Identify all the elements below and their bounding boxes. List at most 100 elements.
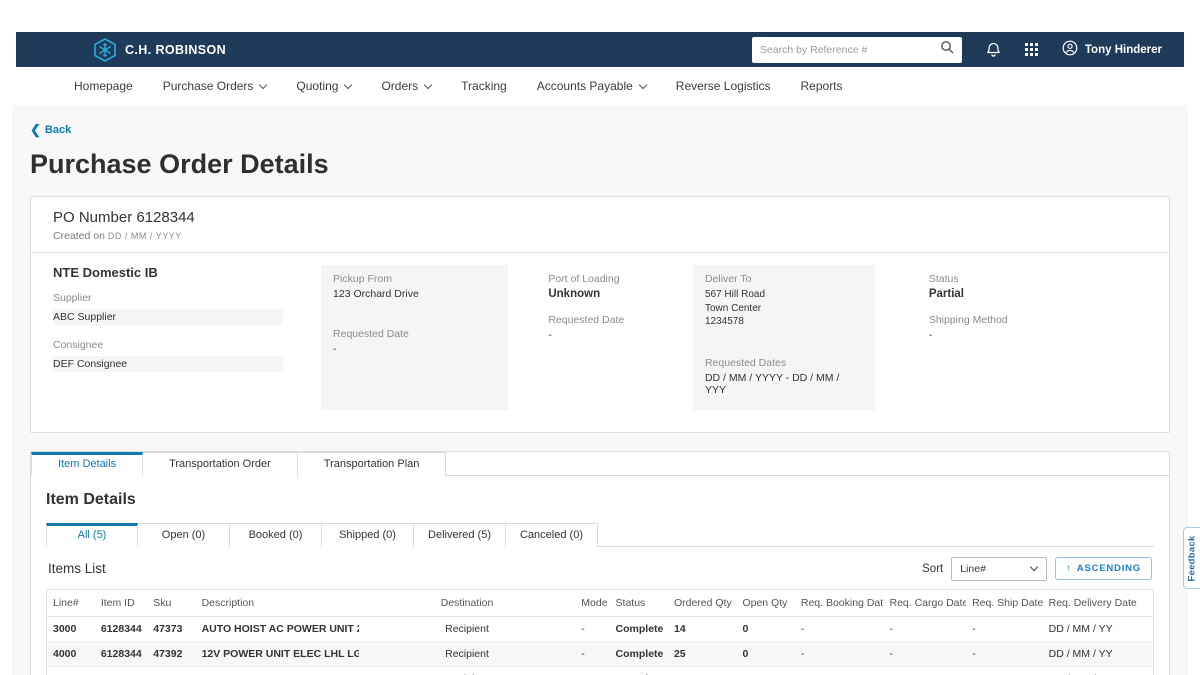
brand[interactable]: C.H. ROBINSON xyxy=(94,38,226,62)
col-header-item-id: Item ID xyxy=(95,589,147,616)
port-of-loading-value: Unknown xyxy=(548,288,693,300)
status-value: Partial xyxy=(929,288,1147,300)
tab-item-details[interactable]: Item Details xyxy=(31,452,143,476)
item-details-panel: Item Details All (5)Open (0)Booked (0)Sh… xyxy=(31,476,1169,675)
sort-select[interactable]: Line# xyxy=(951,557,1047,581)
filter-tab-canceled-0[interactable]: Canceled (0) xyxy=(506,523,598,547)
col-header-req-booking-date: Req. Booking Date xyxy=(795,589,884,616)
nav-item-accounts-payable[interactable]: Accounts Payable xyxy=(537,79,646,93)
filter-tab-shipped-0[interactable]: Shipped (0) xyxy=(322,523,414,547)
user-name: Tony Hinderer xyxy=(1085,44,1162,56)
cell-mode: - xyxy=(575,666,609,675)
nav-item-purchase-orders[interactable]: Purchase Orders xyxy=(163,79,267,93)
search-icon[interactable] xyxy=(940,40,954,59)
back-button[interactable]: ❮ Back xyxy=(30,124,71,136)
requested-dates-value: DD / MM / YYYY - DD / MM / YYY xyxy=(705,372,863,396)
cell-req-booking-date: - xyxy=(795,641,884,666)
deliver-to-line: 567 Hill Road xyxy=(705,288,863,302)
items-card: Item DetailsTransportation OrderTranspor… xyxy=(30,451,1170,675)
sort-label: Sort xyxy=(922,563,943,575)
feedback-tab[interactable]: Feedback xyxy=(1183,527,1200,589)
items-list-header: Items List Sort Line# ↑ ASCENDING xyxy=(46,547,1154,589)
cell-open-qty: 0 xyxy=(736,616,794,641)
sort-controls: Sort Line# ↑ ASCENDING xyxy=(922,557,1152,581)
po-col-deliver: Deliver To 567 Hill Road Town Center 123… xyxy=(693,265,875,410)
nav-item-tracking[interactable]: Tracking xyxy=(461,79,507,93)
chevron-down-icon xyxy=(1030,562,1038,570)
cell-req-booking-date: - xyxy=(795,616,884,641)
nav-item-homepage[interactable]: Homepage xyxy=(74,79,133,93)
table-row[interactable]: 6000 6128344 53460 DUMP TRAILER PU DA 1.… xyxy=(47,666,1154,675)
col-header-req-delivery-date: Req. Delivery Date xyxy=(1043,589,1154,616)
col-header-description: Description xyxy=(196,589,359,616)
col-header-destination: Destination xyxy=(359,589,576,616)
nav-item-quoting[interactable]: Quoting xyxy=(296,79,351,93)
col-header-req-cargo-date: Req. Cargo Date xyxy=(883,589,966,616)
filter-tab-open-0[interactable]: Open (0) xyxy=(138,523,230,547)
cell-sku: 47373 xyxy=(147,616,195,641)
po-number: PO Number 6128344 xyxy=(53,209,1147,226)
cell-req-delivery-date: DD / MM / YY xyxy=(1043,641,1154,666)
item-details-heading: Item Details xyxy=(46,491,1154,509)
nav-item-orders[interactable]: Orders xyxy=(381,79,431,93)
shipping-method-value: - xyxy=(929,329,1147,341)
nav-item-reverse-logistics[interactable]: Reverse Logistics xyxy=(676,79,771,93)
table-row[interactable]: 3000 6128344 47373 AUTO HOIST AC POWER U… xyxy=(47,616,1154,641)
po-col-parties: NTE Domestic IB Supplier ABC Supplier Co… xyxy=(53,265,321,410)
cell-destination: Recipient xyxy=(359,641,576,666)
po-summary-card: PO Number 6128344 Created on DD / MM / Y… xyxy=(30,196,1170,433)
cell-mode: - xyxy=(575,616,609,641)
page-content: ❮ Back Purchase Order Details PO Number … xyxy=(12,105,1188,675)
topbar-actions: Tony Hinderer xyxy=(752,37,1162,63)
po-created-date: DD / MM / YYYY xyxy=(108,231,182,241)
col-header-req-ship-date: Req. Ship Date xyxy=(966,589,1043,616)
po-detail-grid: NTE Domestic IB Supplier ABC Supplier Co… xyxy=(31,253,1169,432)
user-menu[interactable]: Tony Hinderer xyxy=(1062,40,1162,59)
filter-tab-all-5[interactable]: All (5) xyxy=(46,523,138,547)
cell-ordered-qty: 14 xyxy=(668,616,736,641)
deliver-to-line: Town Center xyxy=(705,302,863,316)
col-header-mode: Mode xyxy=(575,589,609,616)
back-chevron-icon: ❮ xyxy=(30,125,41,135)
cell-sku: 47392 xyxy=(147,641,195,666)
cell-item-id: 6128344 xyxy=(95,666,147,675)
cell-item-id: 6128344 xyxy=(95,616,147,641)
table-row[interactable]: 4000 6128344 47392 12V POWER UNIT ELEC L… xyxy=(47,641,1154,666)
chevron-down-icon xyxy=(344,80,352,88)
cell-req-cargo-date: - xyxy=(883,666,966,675)
notifications-bell-icon[interactable] xyxy=(986,42,1001,58)
pickup-requested-date-value: - xyxy=(333,343,496,355)
filter-tab-booked-0[interactable]: Booked (0) xyxy=(230,523,322,547)
sort-select-value: Line# xyxy=(960,563,986,575)
search-box[interactable] xyxy=(752,37,962,63)
cell-line: 3000 xyxy=(47,616,95,641)
user-avatar-icon xyxy=(1062,40,1078,59)
nav-item-reports[interactable]: Reports xyxy=(801,79,843,93)
main-tabbar: Item DetailsTransportation OrderTranspor… xyxy=(31,452,1169,476)
supplier-value: ABC Supplier xyxy=(53,309,283,325)
filter-tab-delivered-5[interactable]: Delivered (5) xyxy=(414,523,506,547)
cell-req-ship-date: - xyxy=(966,666,1043,675)
cell-req-ship-date: - xyxy=(966,641,1043,666)
po-header: PO Number 6128344 Created on DD / MM / Y… xyxy=(31,197,1169,252)
cell-req-cargo-date: - xyxy=(883,616,966,641)
deliver-to-line: 1234578 xyxy=(705,315,863,329)
sort-direction-button[interactable]: ↑ ASCENDING xyxy=(1055,557,1152,580)
tab-transportation-order[interactable]: Transportation Order xyxy=(143,452,298,476)
cell-req-cargo-date: - xyxy=(883,641,966,666)
apps-grid-icon[interactable] xyxy=(1025,43,1038,56)
top-margin xyxy=(0,0,1200,32)
po-type: NTE Domestic IB xyxy=(53,265,321,280)
col-header-open-qty: Open Qty xyxy=(736,589,794,616)
search-input[interactable] xyxy=(760,44,940,56)
tab-transportation-plan[interactable]: Transportation Plan xyxy=(298,452,447,476)
cell-status: Complete xyxy=(610,666,668,675)
po-created: Created on DD / MM / YYYY xyxy=(53,230,1147,242)
consignee-value: DEF Consignee xyxy=(53,356,283,372)
cell-req-delivery-date: DD / MM / YY xyxy=(1043,616,1154,641)
col-header-sku: Sku xyxy=(147,589,195,616)
page-title: Purchase Order Details xyxy=(30,149,1170,180)
cell-req-ship-date: - xyxy=(966,616,1043,641)
col-header-ordered-qty: Ordered Qty xyxy=(668,589,736,616)
items-table-head: Line# Item ID Sku Description Destinatio… xyxy=(47,589,1154,616)
